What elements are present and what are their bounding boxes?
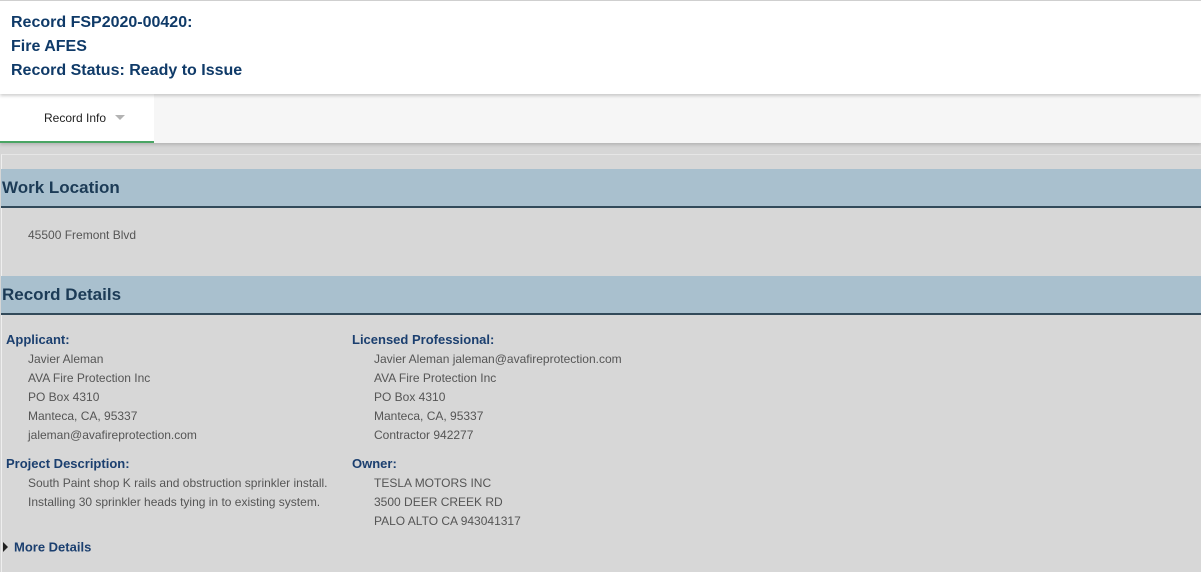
applicant-line: AVA Fire Protection Inc (28, 371, 151, 385)
licensed-professional-line: PO Box 4310 (374, 390, 446, 404)
applicant-line: PO Box 4310 (28, 390, 100, 404)
owner-line: TESLA MOTORS INC (374, 476, 492, 490)
licensed-professional-line: Manteca, CA, 95337 (374, 409, 484, 423)
owner-line: PALO ALTO CA 943041317 (374, 514, 521, 528)
project-description-line: South Paint shop K rails and obstruction… (28, 476, 328, 490)
tab-bar: Record Info (0, 94, 1201, 143)
applicant-line: Javier Aleman (28, 352, 104, 366)
more-details-label: More Details (14, 539, 92, 555)
more-details-toggle[interactable]: More Details (3, 539, 91, 554)
licensed-professional-line: Javier Aleman jaleman@avafireprotection.… (374, 352, 622, 366)
owner-label: Owner: (352, 456, 397, 471)
record-number: Record FSP2020-00420: (11, 14, 193, 31)
licensed-professional-line: Contractor 942277 (374, 428, 474, 442)
licensed-professional-line: AVA Fire Protection Inc (374, 371, 497, 385)
record-header: Record FSP2020-00420: Fire AFES Record S… (0, 0, 1201, 94)
applicant-line: Manteca, CA, 95337 (28, 409, 138, 423)
project-description-label: Project Description: (6, 456, 130, 471)
record-type: Fire AFES (11, 38, 87, 55)
licensed-professional-label: Licensed Professional: (352, 332, 495, 347)
work-location-address: 45500 Fremont Blvd (28, 228, 137, 242)
owner-line: 3500 DEER CREEK RD (374, 495, 503, 509)
tab-label: Record Info (44, 111, 107, 125)
work-location-section-header: Work Location (1, 169, 1201, 208)
section-title: Record Details (2, 285, 122, 304)
record-status: Record Status: Ready to Issue (11, 62, 243, 79)
tab-record-info[interactable]: Record Info (0, 94, 154, 143)
applicant-label: Applicant: (6, 332, 70, 347)
record-details-section-header: Record Details (1, 276, 1201, 315)
project-description-line: Installing 30 sprinkler heads tying in t… (28, 495, 321, 509)
section-title: Work Location (2, 178, 120, 197)
applicant-email: jaleman@avafireprotection.com (28, 428, 197, 442)
caret-down-icon (115, 115, 125, 120)
caret-right-icon (3, 541, 8, 552)
